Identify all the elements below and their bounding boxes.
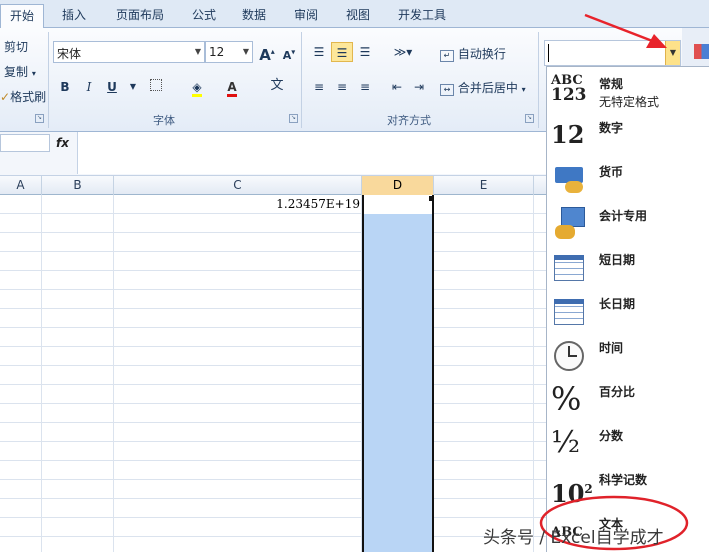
annotation-overlay bbox=[539, 13, 689, 551]
excel-window: 开始 插入 页面布局 公式 数据 审阅 视图 开发工具 剪切 复制 ▾ ✓格式刷… bbox=[0, 0, 709, 552]
watermark: 头条号 / Excel自学成才 bbox=[483, 528, 664, 548]
red-arrow-icon bbox=[584, 13, 667, 48]
